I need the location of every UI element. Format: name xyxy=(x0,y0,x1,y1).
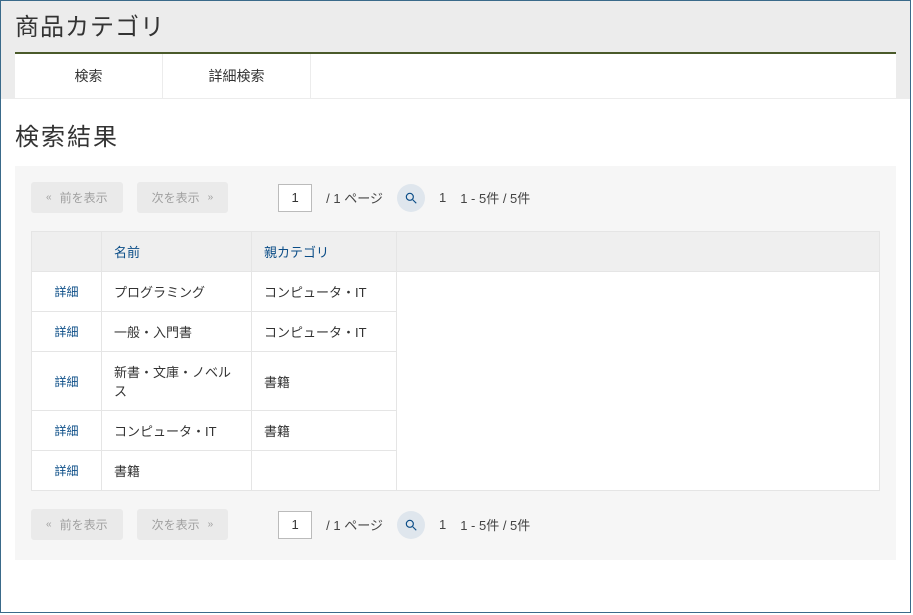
prev-label: 前を表示 xyxy=(60,189,108,206)
parent-cell: 書籍 xyxy=(252,352,397,411)
name-cell: コンピュータ・IT xyxy=(102,411,252,451)
detail-link[interactable]: 詳細 xyxy=(54,464,78,478)
next-page-button-bottom[interactable]: 次を表示 » xyxy=(137,509,229,540)
page-title: 商品カテゴリ xyxy=(15,7,896,42)
prev-page-button-bottom[interactable]: « 前を表示 xyxy=(31,509,123,540)
next-page-button[interactable]: 次を表示 » xyxy=(137,182,229,213)
spacer-cell xyxy=(397,272,880,491)
header-region: 商品カテゴリ 検索 詳細検索 xyxy=(1,1,910,99)
tab-search[interactable]: 検索 xyxy=(15,54,163,98)
table-header-row: 名前 親カテゴリ xyxy=(32,232,880,272)
results-heading: 検索結果 xyxy=(15,117,896,152)
tab-advanced-search[interactable]: 詳細検索 xyxy=(163,54,311,98)
name-cell: 書籍 xyxy=(102,451,252,491)
page-number-input-bottom[interactable] xyxy=(278,511,312,539)
detail-cell: 詳細 xyxy=(32,272,102,312)
current-page-display: 1 xyxy=(439,190,446,205)
app-frame: 商品カテゴリ 検索 詳細検索 検索結果 « 前を表示 次を表示 » / 1 ペー… xyxy=(0,0,911,613)
pager-top: « 前を表示 次を表示 » / 1 ページ 1 1 - 5件 / 5件 xyxy=(31,182,880,213)
detail-link[interactable]: 詳細 xyxy=(54,375,78,389)
detail-cell: 詳細 xyxy=(32,312,102,352)
detail-link[interactable]: 詳細 xyxy=(54,285,78,299)
col-action xyxy=(32,232,102,272)
chevron-left-icon: « xyxy=(46,192,52,203)
col-parent: 親カテゴリ xyxy=(252,232,397,272)
next-label: 次を表示 xyxy=(152,189,200,206)
record-range-label-bottom: 1 - 5件 / 5件 xyxy=(460,515,530,534)
record-range-label: 1 - 5件 / 5件 xyxy=(460,188,530,207)
table-row: 詳細 プログラミングコンピュータ・IT xyxy=(32,272,880,312)
parent-cell: コンピュータ・IT xyxy=(252,272,397,312)
next-label: 次を表示 xyxy=(152,516,200,533)
search-icon xyxy=(404,191,418,205)
results-table: 名前 親カテゴリ 詳細プログラミングコンピュータ・IT詳細一般・入門書コンピュー… xyxy=(31,231,880,491)
parent-cell: 書籍 xyxy=(252,411,397,451)
detail-link[interactable]: 詳細 xyxy=(54,424,78,438)
page-jump-button-bottom[interactable] xyxy=(397,511,425,539)
col-name: 名前 xyxy=(102,232,252,272)
pager-bottom: « 前を表示 次を表示 » / 1 ページ 1 1 - 5件 / 5件 xyxy=(31,509,880,540)
detail-cell: 詳細 xyxy=(32,411,102,451)
prev-page-button[interactable]: « 前を表示 xyxy=(31,182,123,213)
name-cell: 新書・文庫・ノベルス xyxy=(102,352,252,411)
tab-bar: 検索 詳細検索 xyxy=(15,54,896,99)
chevron-left-icon: « xyxy=(46,519,52,530)
detail-link[interactable]: 詳細 xyxy=(54,325,78,339)
search-icon xyxy=(404,518,418,532)
name-cell: プログラミング xyxy=(102,272,252,312)
page-jump-button[interactable] xyxy=(397,184,425,212)
page-number-input[interactable] xyxy=(278,184,312,212)
name-cell: 一般・入門書 xyxy=(102,312,252,352)
chevron-right-icon: » xyxy=(208,192,214,203)
sort-name-link[interactable]: 名前 xyxy=(114,245,140,260)
detail-cell: 詳細 xyxy=(32,451,102,491)
detail-cell: 詳細 xyxy=(32,352,102,411)
current-page-display-bottom: 1 xyxy=(439,517,446,532)
parent-cell xyxy=(252,451,397,491)
total-pages-label-bottom: / 1 ページ xyxy=(326,515,383,534)
total-pages-label: / 1 ページ xyxy=(326,188,383,207)
col-spacer xyxy=(397,232,880,272)
results-panel: « 前を表示 次を表示 » / 1 ページ 1 1 - 5件 / 5件 名前 親… xyxy=(15,166,896,560)
sort-parent-link[interactable]: 親カテゴリ xyxy=(264,245,329,260)
results-header: 検索結果 xyxy=(1,99,910,166)
chevron-right-icon: » xyxy=(208,519,214,530)
prev-label: 前を表示 xyxy=(60,516,108,533)
parent-cell: コンピュータ・IT xyxy=(252,312,397,352)
